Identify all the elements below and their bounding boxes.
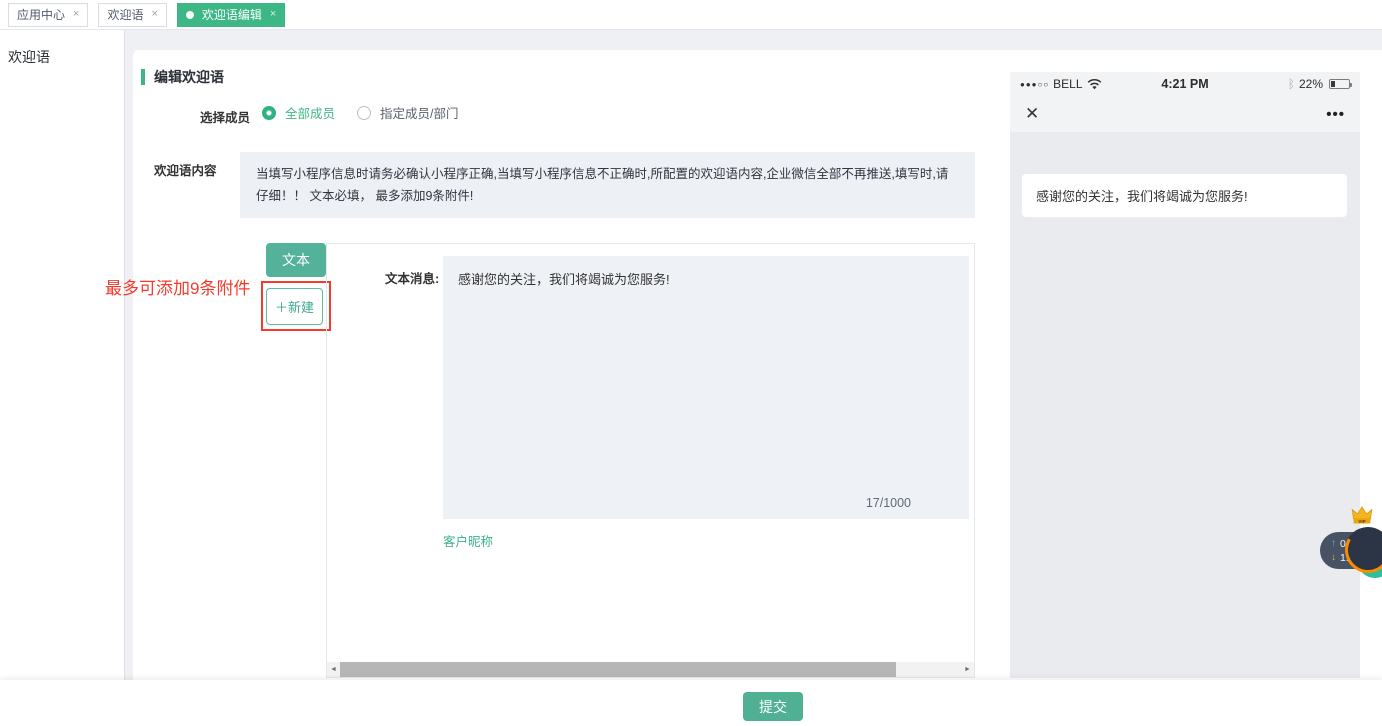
text-attachment-panel: 文本消息: 感谢您的关注，我们将竭诚为您服务! 17/1000 客户昵称 ◄ ► [326, 243, 975, 678]
bluetooth-icon: ᛒ [1288, 77, 1295, 91]
footer-bar: 提交 [0, 680, 1382, 726]
new-attachment-button[interactable]: ＋新建 [266, 288, 323, 325]
tab-app-center[interactable]: 应用中心 × [8, 3, 88, 27]
tab-label: 应用中心 [17, 6, 65, 23]
radio-all-members[interactable]: 全部成员 [262, 103, 335, 122]
battery-nub [1350, 83, 1352, 87]
phone-close-icon[interactable]: ✕ [1025, 104, 1039, 124]
signal-dots-icon: ●●●○○ [1020, 80, 1049, 89]
section-header: 编辑欢迎语 [141, 67, 224, 87]
section-accent-bar [141, 69, 145, 85]
customer-nickname-link[interactable]: 客户昵称 [443, 531, 493, 550]
chat-message-bubble: 感谢您的关注，我们将竭诚为您服务! [1022, 174, 1347, 217]
scroll-left-icon[interactable]: ◄ [327, 666, 340, 673]
status-right: ᛒ 22% [1232, 77, 1350, 91]
annotation-text: 最多可添加9条附件 [105, 274, 250, 299]
text-attachment-tab-button[interactable]: 文本 [266, 243, 326, 277]
page: { "colors": { "accent_green": "#3eb786",… [0, 0, 1382, 726]
scroll-right-icon[interactable]: ► [961, 666, 974, 673]
wifi-icon [1087, 79, 1102, 90]
phone-chat-body: 感谢您的关注，我们将竭诚为您服务! [1010, 132, 1360, 678]
vip-label: VIP [1358, 519, 1365, 524]
tab-close-icon[interactable]: × [270, 9, 276, 20]
char-counter: 17/1000 [866, 496, 911, 510]
submit-button[interactable]: 提交 [743, 692, 803, 721]
horizontal-scrollbar[interactable]: ◄ ► [327, 662, 974, 677]
status-left: ●●●○○ BELL [1020, 77, 1138, 91]
carrier-name: BELL [1053, 77, 1082, 91]
tab-close-icon[interactable]: × [151, 9, 157, 20]
welcome-content-label: 欢迎语内容 [154, 160, 217, 179]
vip-crown-icon: VIP [1350, 505, 1374, 527]
phone-nav-bar: ✕ ••• [1010, 96, 1360, 132]
net-speed-overlay[interactable]: ↑ 0.7K/s ↓ 1.8K/s VIP [1318, 500, 1382, 580]
text-message-label: 文本消息: [385, 268, 439, 287]
sidebar: 欢迎语 [0, 30, 125, 680]
radio-label: 指定成员/部门 [380, 103, 458, 122]
phone-status-bar: ●●●○○ BELL 4:21 PM ᛒ 22% [1010, 72, 1360, 96]
page-title: 编辑欢迎语 [154, 67, 224, 87]
overlay-gauge-circle[interactable] [1340, 522, 1382, 578]
tab-close-icon[interactable]: × [73, 9, 79, 20]
battery-icon [1329, 79, 1350, 89]
tab-welcome-edit-active[interactable]: 欢迎语编辑 × [177, 3, 285, 27]
upload-arrow-icon: ↑ [1331, 538, 1336, 549]
welcome-content-tip: 当填写小程序信息时请务必确认小程序正确,当填写小程序信息不正确时,所配置的欢迎语… [240, 152, 975, 218]
download-arrow-icon: ↓ [1331, 552, 1336, 563]
sidebar-item-welcome[interactable]: 欢迎语 [0, 30, 124, 84]
scrollbar-thumb[interactable] [340, 662, 896, 677]
phone-more-icon[interactable]: ••• [1326, 106, 1345, 123]
text-message-value: 感谢您的关注，我们将竭诚为您服务! [458, 272, 670, 287]
tab-label: 欢迎语 [107, 6, 143, 23]
main-area: 编辑欢迎语 选择成员 全部成员 指定成员/部门 欢迎语内容 当填写小程序信息时请… [125, 30, 1382, 680]
content-card: 编辑欢迎语 选择成员 全部成员 指定成员/部门 欢迎语内容 当填写小程序信息时请… [133, 50, 1382, 680]
tab-welcome[interactable]: 欢迎语 × [98, 3, 166, 27]
phone-preview: ●●●○○ BELL 4:21 PM ᛒ 22% [1010, 72, 1360, 678]
radio-specified-members[interactable]: 指定成员/部门 [357, 103, 458, 122]
text-message-textarea[interactable]: 感谢您的关注，我们将竭诚为您服务! 17/1000 [443, 256, 969, 519]
radio-unselected-icon[interactable] [357, 106, 371, 120]
radio-label: 全部成员 [285, 103, 335, 122]
active-tab-dot-icon [186, 11, 194, 19]
member-select-label: 选择成员 [200, 107, 250, 126]
status-time: 4:21 PM [1138, 77, 1232, 91]
radio-selected-icon[interactable] [262, 106, 276, 120]
tab-label: 欢迎语编辑 [202, 6, 262, 23]
tab-bar: 应用中心 × 欢迎语 × 欢迎语编辑 × [0, 0, 1382, 30]
battery-percent: 22% [1299, 77, 1323, 91]
member-radio-group: 全部成员 指定成员/部门 [262, 103, 459, 122]
battery-fill [1331, 81, 1335, 87]
